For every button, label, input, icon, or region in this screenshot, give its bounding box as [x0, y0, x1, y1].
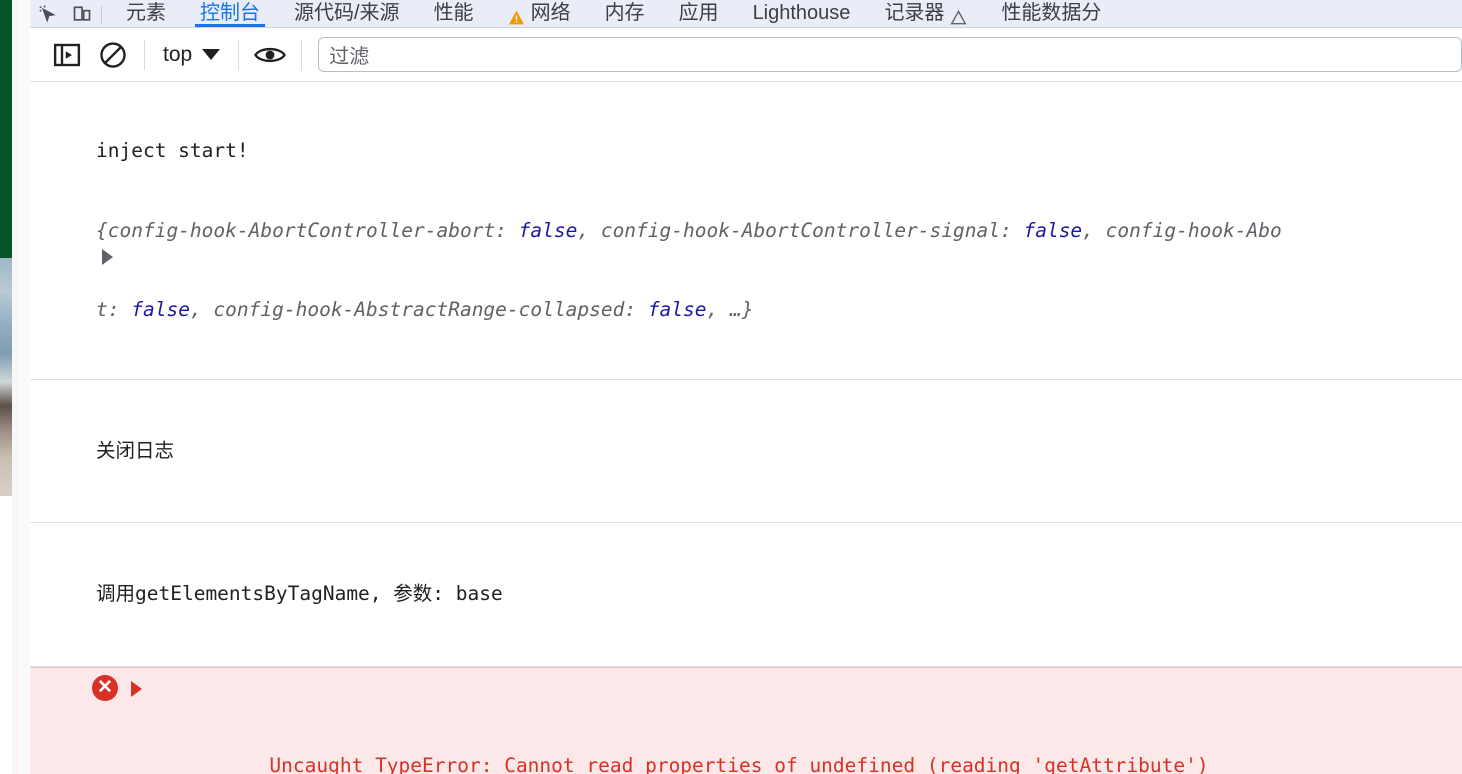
tabbar-tabs: 元素 控制台 源代码/来源 性能 网络 内存 应用 Lighthouse 记录器…	[109, 0, 1462, 27]
tab-label: 网络	[530, 2, 571, 24]
recorder-triangle-icon	[950, 6, 967, 25]
tab-memory[interactable]: 内存	[588, 0, 662, 27]
tabbar-divider	[101, 6, 102, 23]
error-header[interactable]: ✕ Uncaught TypeError: Cannot read proper…	[30, 674, 1462, 774]
page-band-white	[0, 496, 12, 774]
tab-label: 内存	[604, 2, 645, 24]
console-message-error[interactable]: ✕ Uncaught TypeError: Cannot read proper…	[30, 666, 1462, 774]
tabbar-left-icons	[30, 0, 92, 27]
console-filter-input[interactable]: 过滤	[318, 37, 1462, 72]
tab-label: 应用	[678, 2, 719, 24]
log-text: inject start!	[96, 139, 249, 162]
console-message-log[interactable]: 调用getElementsByTagName, 参数: base	[30, 523, 1462, 667]
tab-label: 性能	[433, 2, 474, 24]
console-toolbar: top 过滤	[30, 28, 1462, 82]
page-band-green	[0, 0, 12, 258]
console-object-preview[interactable]: {config-hook-AbortController-abort: fals…	[30, 218, 1462, 265]
tab-performance[interactable]: 性能	[417, 0, 491, 27]
page-content-strip	[0, 0, 30, 774]
tab-network[interactable]: 网络	[491, 0, 588, 27]
tab-sources[interactable]: 源代码/来源	[277, 0, 417, 27]
page-band-photo	[0, 258, 12, 496]
tab-console[interactable]: 控制台	[183, 0, 277, 27]
console-message-log[interactable]: 关闭日志	[30, 380, 1462, 523]
live-expression-eye-icon[interactable]	[247, 33, 293, 77]
tab-label: Lighthouse	[752, 2, 851, 24]
clear-console-icon[interactable]	[90, 33, 136, 77]
object-text: , config-hook-AbstractRange-collapsed:	[189, 298, 648, 321]
tab-label: 控制台	[200, 2, 260, 24]
object-text: {config-hook-AbortController-abort:	[96, 218, 519, 242]
object-text: , …}	[706, 298, 754, 321]
log-text: 关闭日志	[96, 438, 175, 462]
execution-context-selector[interactable]: top	[153, 37, 230, 73]
disclosure-triangle-right-icon[interactable]	[131, 680, 142, 697]
toolbar-divider-1	[144, 39, 145, 70]
console-message-list: inject start! {config-hook-AbortControll…	[30, 82, 1462, 774]
object-value: false	[518, 218, 578, 242]
log-text: 调用getElementsByTagName, 参数: base	[96, 582, 503, 605]
devtools-window: 元素 控制台 源代码/来源 性能 网络 内存 应用 Lighthouse 记录器…	[0, 0, 1462, 774]
warning-triangle-icon	[508, 6, 525, 25]
console-filter-placeholder: 过滤	[329, 46, 370, 68]
error-message: Uncaught TypeError: Cannot read properti…	[269, 754, 1209, 774]
tab-recorder[interactable]: 记录器	[867, 0, 984, 27]
inspect-element-icon[interactable]	[38, 4, 58, 24]
object-text: t:	[96, 298, 132, 321]
object-text: , config-hook-AbortController-signal:	[577, 218, 1024, 242]
console-object-preview-wrap[interactable]: t: false, config-hook-AbstractRange-coll…	[30, 297, 1462, 324]
devtools-panel: 元素 控制台 源代码/来源 性能 网络 内存 应用 Lighthouse 记录器…	[30, 0, 1462, 774]
page-scrollbar-track[interactable]	[18, 0, 29, 774]
error-circle-icon: ✕	[92, 674, 118, 701]
object-value: false	[1023, 218, 1083, 242]
toolbar-divider-2	[238, 39, 240, 70]
tab-performance-insights[interactable]: 性能数据分	[984, 0, 1118, 27]
toolbar-divider-3	[301, 39, 303, 70]
device-toolbar-icon[interactable]	[72, 4, 92, 24]
devtools-tabbar: 元素 控制台 源代码/来源 性能 网络 内存 应用 Lighthouse 记录器…	[30, 0, 1462, 28]
console-message-log[interactable]: inject start! {config-hook-AbortControll…	[30, 82, 1462, 380]
object-text: , config-hook-Abo	[1082, 218, 1282, 242]
disclosure-triangle-right-icon[interactable]	[102, 248, 113, 265]
tab-label: 性能数据分	[1001, 2, 1102, 24]
tab-label: 元素	[126, 2, 166, 24]
tab-elements[interactable]: 元素	[109, 0, 183, 27]
object-value: false	[131, 298, 190, 321]
console-sidebar-icon[interactable]	[44, 33, 90, 77]
execution-context-value: top	[163, 42, 193, 66]
tab-label: 源代码/来源	[294, 2, 400, 24]
object-value: false	[647, 298, 707, 321]
chevron-down-icon	[202, 49, 221, 60]
tab-label: 记录器	[884, 2, 945, 24]
tab-application[interactable]: 应用	[662, 0, 736, 27]
tab-lighthouse[interactable]: Lighthouse	[736, 0, 868, 27]
